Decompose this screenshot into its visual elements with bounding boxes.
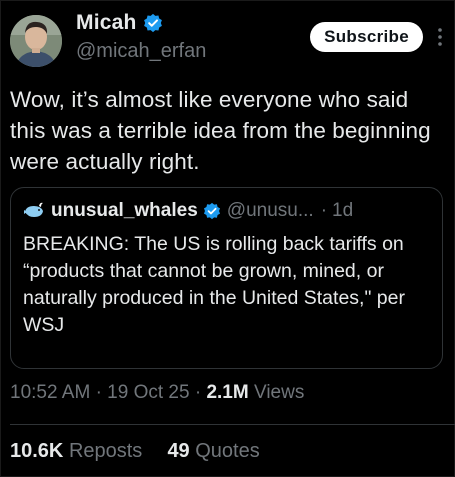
quotes-label: Quotes	[195, 440, 260, 462]
tweet-stats: 10.6K Reposts 49 Quotes	[10, 440, 260, 463]
quoted-tweet-card[interactable]: unusual_whales @unusu... · 1d BREAKING: …	[10, 187, 443, 369]
verified-badge-icon	[143, 13, 162, 33]
tweet-header: Micah @micah_erfan Subscribe	[10, 10, 445, 68]
views-count: 2.1M	[206, 382, 249, 403]
separator-dot: ·	[95, 382, 102, 403]
quoted-author-name[interactable]: unusual_whales	[51, 200, 198, 222]
tweet-date[interactable]: 19 Oct 25	[107, 382, 189, 403]
quoted-tweet-text: BREAKING: The US is rolling back tariffs…	[23, 233, 405, 336]
author-display-name[interactable]: Micah	[76, 11, 137, 35]
reposts-label: Reposts	[68, 440, 143, 462]
subscribe-button[interactable]: Subscribe	[310, 22, 423, 52]
divider	[10, 424, 455, 425]
separator-dot: ·	[194, 382, 202, 403]
avatar-photo-icon	[10, 15, 62, 67]
quoted-tweet-header: unusual_whales @unusu... · 1d	[23, 200, 353, 222]
reposts-count: 10.6K	[10, 440, 64, 462]
quotes-count: 49	[167, 440, 190, 462]
author-avatar[interactable]	[10, 15, 62, 67]
quoted-author-handle[interactable]: @unusu...	[227, 200, 314, 222]
tweet-text: Wow, it’s almost like everyone who said …	[10, 87, 431, 174]
verified-badge-icon	[203, 202, 220, 220]
quoted-tweet-time[interactable]: 1d	[332, 200, 353, 222]
tweet-meta: 10:52 AM · 19 Oct 25 · 2.1M Views	[10, 382, 304, 404]
author-info: Micah @micah_erfan	[76, 10, 206, 63]
quotes-stat[interactable]: 49 Quotes	[167, 440, 259, 462]
whale-avatar-icon	[24, 202, 43, 217]
author-handle[interactable]: @micah_erfan	[76, 40, 206, 63]
views-label: Views	[253, 382, 305, 403]
more-vertical-icon[interactable]	[435, 26, 445, 48]
separator-dot: ·	[320, 200, 328, 221]
tweet-time[interactable]: 10:52 AM	[10, 382, 90, 403]
reposts-stat[interactable]: 10.6K Reposts	[10, 440, 148, 462]
